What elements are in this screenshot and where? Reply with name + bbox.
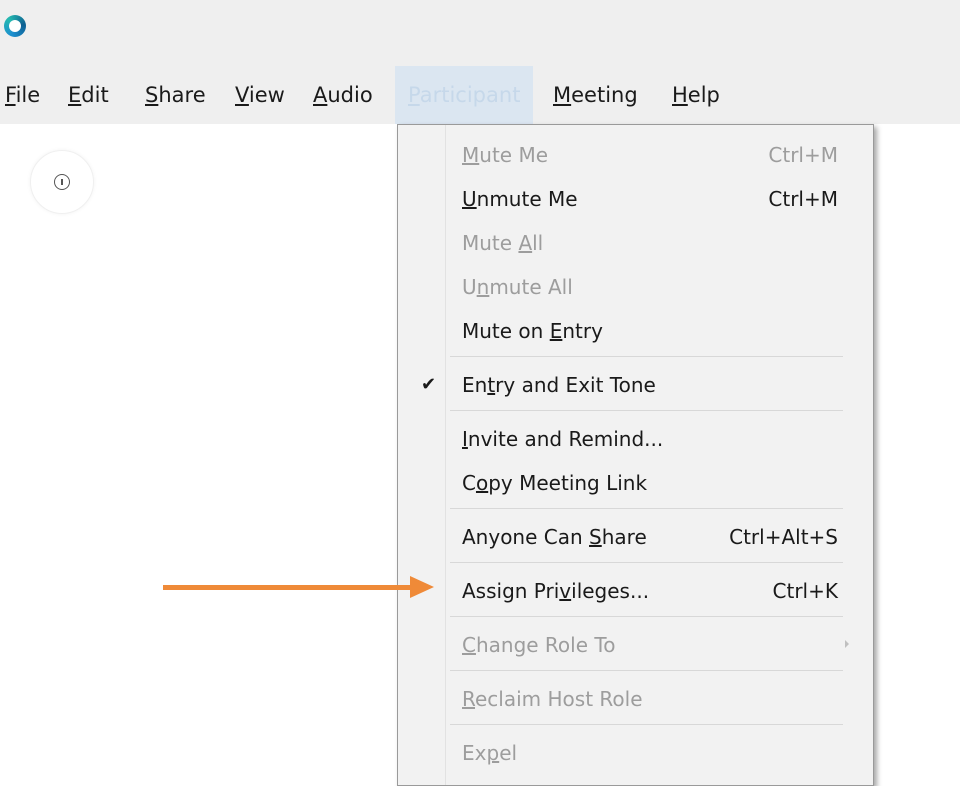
menu-file[interactable]: File [5,66,40,124]
menu-participant-label-post: articipant [419,83,521,107]
menu-item-label: Entry and Exit Tone [462,373,656,397]
menu-share-label-post: hare [158,83,206,107]
menu-audio-label-post: udio [327,83,373,107]
info-icon-stem [61,179,63,185]
menu-view[interactable]: View [235,66,285,124]
menu-separator [450,356,843,357]
menu-edit-label-post: dit [81,83,109,107]
menu-item-shortcut: Ctrl+M [768,143,838,167]
title-bar: File Edit Share View Audio Participant M… [0,0,960,124]
menu-item-entry-exit-tone[interactable]: ✔ Entry and Exit Tone [398,363,873,407]
menu-audio[interactable]: Audio [313,66,373,124]
menu-separator [450,508,843,509]
menu-separator [450,410,843,411]
menu-help-label-mnemonic: H [672,83,688,107]
menu-item-label: Change Role To [462,633,616,657]
menu-participant-label-mnemonic: P [408,83,420,107]
menu-item-label: Unmute Me [462,187,578,211]
menu-item-label: Assign Privileges... [462,579,650,603]
menu-item-label: Unmute All [462,275,573,299]
menu-share-label-mnemonic: S [145,83,159,107]
menu-item-shortcut: Ctrl+K [772,579,838,603]
menu-edit[interactable]: Edit [68,66,109,124]
menu-item-shortcut: Ctrl+M [768,187,838,211]
menu-edit-label-mnemonic: E [68,83,82,107]
menu-item-label: Mute Me [462,143,549,167]
info-button[interactable] [30,150,94,214]
menu-item-change-role-to[interactable]: Change Role To [398,623,873,667]
menu-meeting-label-post: eeting [571,83,638,107]
menu-item-label: Reclaim Host Role [462,687,643,711]
menu-separator [450,616,843,617]
menu-share[interactable]: Share [145,66,206,124]
menu-participant[interactable]: Participant [395,66,534,124]
menu-item-label: Anyone Can Share [462,525,647,549]
menu-item-label: Mute All [462,231,544,255]
menu-separator [450,670,843,671]
menu-item-shortcut: Ctrl+Alt+S [729,525,838,549]
menu-item-unmute-me[interactable]: Unmute Me Ctrl+M [398,177,873,221]
menu-separator [450,562,843,563]
menu-item-expel[interactable]: Expel [398,731,873,775]
annotation-arrow-head [410,576,434,598]
menu-file-label-post: ile [15,83,41,107]
menu-item-reclaim-host-role[interactable]: Reclaim Host Role [398,677,873,721]
menu-help[interactable]: Help [672,66,720,124]
menu-item-anyone-can-share[interactable]: Anyone Can Share Ctrl+Alt+S [398,515,873,559]
menu-file-label-mnemonic: F [5,83,16,107]
menu-item-assign-privileges[interactable]: Assign Privileges... Ctrl+K [398,569,873,613]
menu-bar: File Edit Share View Audio Participant M… [0,66,960,124]
menu-view-label-post: iew [248,83,285,107]
checkmark-icon: ✔ [421,374,437,395]
menu-meeting[interactable]: Meeting [553,66,638,124]
app-logo-icon [4,15,26,37]
menu-item-mute-all[interactable]: Mute All [398,221,873,265]
menu-item-unmute-all[interactable]: Unmute All [398,265,873,309]
menu-item-label: Copy Meeting Link [462,471,648,495]
menu-audio-label-mnemonic: A [313,83,328,107]
menu-item-mute-on-entry[interactable]: Mute on Entry [398,309,873,353]
menu-item-label: Expel [462,741,518,765]
menu-help-label-post: elp [687,83,720,107]
submenu-arrow-icon [845,640,849,648]
menu-item-label: Invite and Remind... [462,427,664,451]
menu-item-label: Mute on Entry [462,319,603,343]
menu-view-label-mnemonic: V [235,83,249,107]
menu-separator [450,724,843,725]
participant-menu: Mute Me Ctrl+M Unmute Me Ctrl+M Mute All… [397,124,874,786]
menu-item-copy-meeting-link[interactable]: Copy Meeting Link [398,461,873,505]
annotation-arrow-shaft [163,585,423,590]
menu-meeting-label-mnemonic: M [553,83,572,107]
menu-item-mute-me[interactable]: Mute Me Ctrl+M [398,133,873,177]
menu-item-invite-remind[interactable]: Invite and Remind... [398,417,873,461]
